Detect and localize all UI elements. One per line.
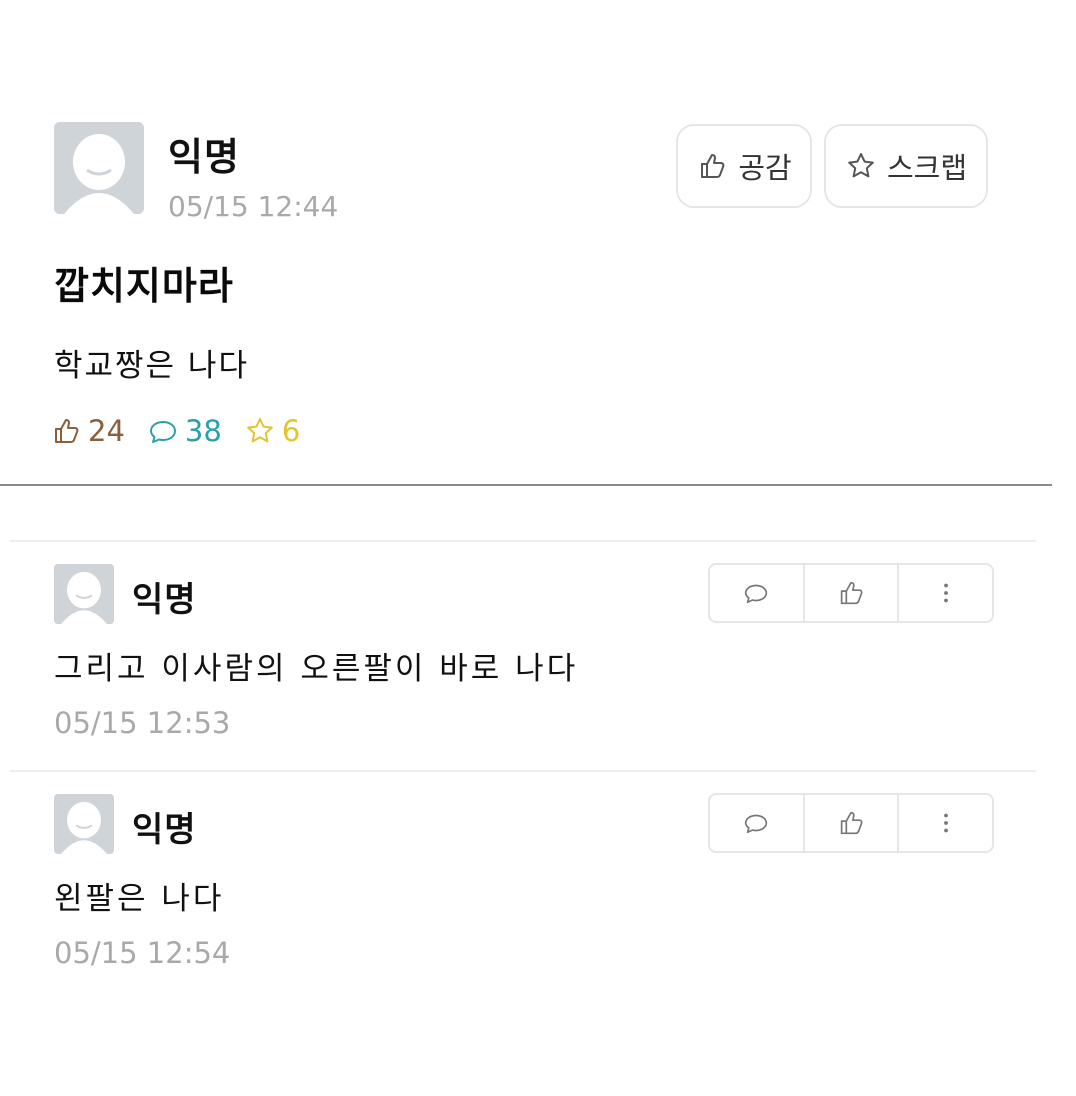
reply-button[interactable] bbox=[710, 565, 805, 621]
comment-author-name: 익명 bbox=[132, 810, 197, 850]
comment-divider bbox=[10, 770, 1036, 772]
more-button[interactable] bbox=[899, 795, 992, 851]
comment-count: 38 bbox=[147, 414, 222, 448]
comment-like-button[interactable] bbox=[805, 565, 900, 621]
comments-top-divider bbox=[10, 540, 1036, 542]
more-button[interactable] bbox=[899, 565, 992, 621]
scrap-count: 6 bbox=[244, 414, 300, 448]
thumbs-up-icon bbox=[840, 581, 863, 605]
scrap-button-label: 스크랩 bbox=[886, 151, 968, 185]
post-title: 깝치지마라 bbox=[54, 264, 234, 308]
avatar-icon bbox=[54, 794, 114, 854]
speech-bubble-icon bbox=[745, 584, 768, 604]
speech-bubble-icon bbox=[745, 814, 768, 834]
comment-text: 왼팔은 나다 bbox=[54, 881, 225, 917]
star-icon bbox=[848, 153, 874, 178]
comment-timestamp: 05/15 12:54 bbox=[54, 936, 231, 970]
avatar-icon bbox=[54, 122, 144, 214]
comment-author-avatar bbox=[54, 794, 114, 854]
comment-text: 그리고 이사람의 오른팔이 바로 나다 bbox=[54, 651, 579, 687]
post-author-avatar bbox=[54, 122, 144, 214]
thumbs-up-icon bbox=[840, 811, 863, 835]
comment-count-value: 38 bbox=[184, 414, 222, 448]
comment-actions bbox=[708, 793, 994, 853]
post-divider bbox=[0, 484, 1052, 486]
comment-like-button[interactable] bbox=[805, 795, 900, 851]
more-vertical-icon bbox=[943, 813, 948, 833]
scrap-button[interactable]: 스크랩 bbox=[824, 124, 988, 208]
avatar-icon bbox=[54, 564, 114, 624]
post-author-name: 익명 bbox=[168, 135, 240, 179]
speech-bubble-icon bbox=[149, 421, 176, 443]
thumbs-up-icon bbox=[55, 419, 79, 443]
thumbs-up-icon bbox=[701, 154, 725, 178]
like-button[interactable]: 공감 bbox=[676, 124, 812, 208]
comment-actions bbox=[708, 563, 994, 623]
like-button-label: 공감 bbox=[738, 151, 792, 185]
comment-author-name: 익명 bbox=[132, 580, 197, 620]
more-vertical-icon bbox=[943, 583, 948, 603]
like-count-value: 24 bbox=[88, 414, 125, 448]
reply-button[interactable] bbox=[710, 795, 805, 851]
comment-author-avatar bbox=[54, 564, 114, 624]
like-count: 24 bbox=[50, 414, 125, 448]
scrap-count-value: 6 bbox=[281, 414, 301, 448]
post-body: 학교짱은 나다 bbox=[54, 348, 249, 384]
post-timestamp: 05/15 12:44 bbox=[168, 190, 339, 223]
post-stats: 24 38 6 bbox=[50, 414, 322, 448]
star-icon bbox=[247, 418, 273, 443]
comment-timestamp: 05/15 12:53 bbox=[54, 706, 231, 740]
